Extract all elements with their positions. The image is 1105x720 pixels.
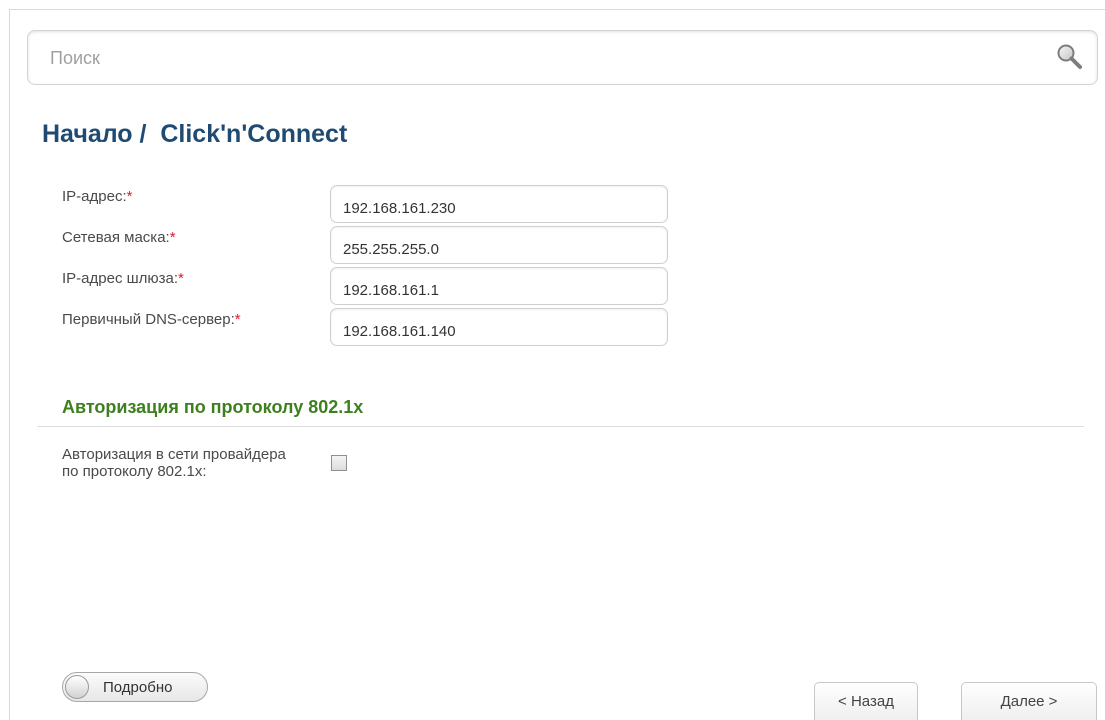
required-mark: * [178,270,184,287]
gateway-label-text: IP-адрес шлюза: [62,270,179,287]
content-frame [9,9,1105,720]
subnet-mask-input[interactable] [330,226,668,264]
subnet-mask-label: Сетевая маска:* [62,229,176,246]
required-mark: * [169,229,176,246]
required-mark: * [126,188,133,205]
section-title-8021x: Авторизация по протоколу 802.1x [62,397,364,417]
ip-address-label: IP-адрес:* [62,188,132,205]
next-button[interactable]: Далее > [961,682,1097,720]
gateway-label: IP-адрес шлюза:* [62,270,184,287]
details-toggle-label: Подробно [103,679,173,696]
page-title: Начало / Click'n'Connect [42,120,348,148]
section-divider [37,426,1084,427]
ip-address-input[interactable] [330,185,668,223]
auth-8021x-label: Авторизация в сети провайдера по протоко… [62,446,286,480]
details-toggle[interactable]: Подробно [62,672,208,702]
search-box[interactable] [27,30,1098,85]
search-icon[interactable] [1055,42,1085,72]
required-mark: * [234,311,241,328]
auth-8021x-checkbox[interactable] [331,455,347,471]
subnet-mask-label-text: Сетевая маска: [62,229,170,246]
back-button[interactable]: < Назад [814,682,918,720]
toggle-knob[interactable] [65,675,89,699]
ip-address-label-text: IP-адрес: [62,188,127,205]
primary-dns-input[interactable] [330,308,668,346]
primary-dns-label: Первичный DNS-сервер:* [62,311,241,328]
search-input[interactable] [50,44,1010,72]
primary-dns-label-text: Первичный DNS-сервер: [62,311,235,328]
gateway-input[interactable] [330,267,668,305]
